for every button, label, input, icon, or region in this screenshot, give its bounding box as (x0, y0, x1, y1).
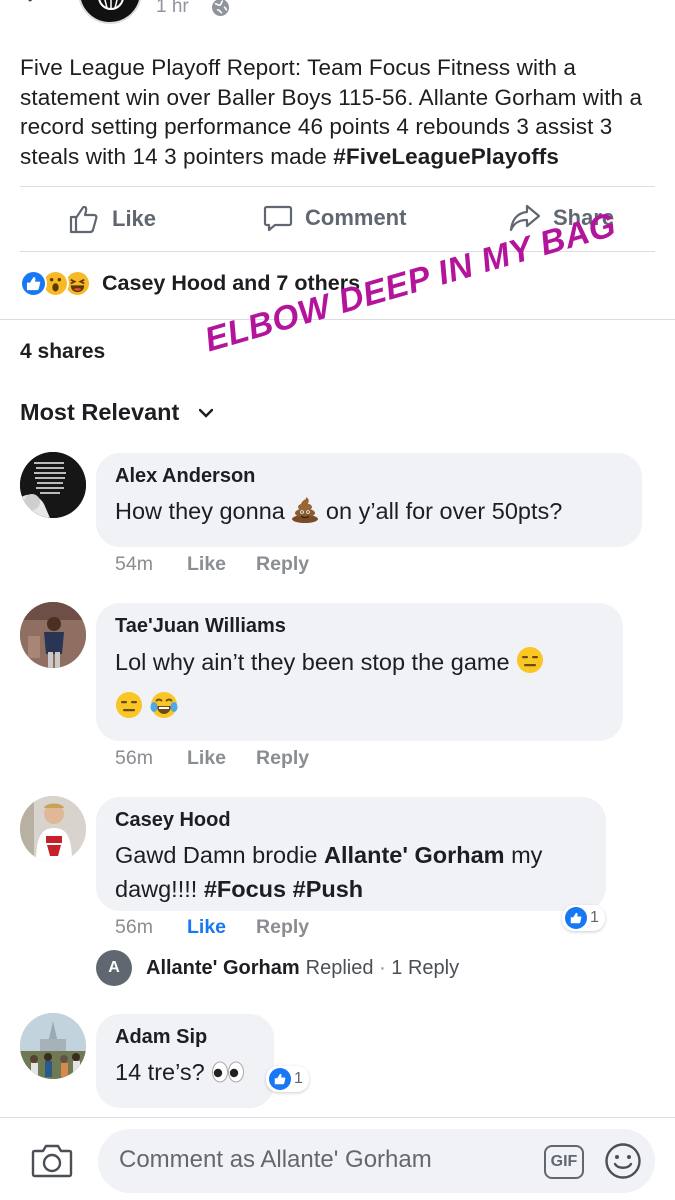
comment-time: 54m (115, 553, 153, 575)
comment-text-part: How they gonna (115, 498, 292, 524)
reply-status: Replied · 1 Reply (306, 957, 459, 980)
comment-input-placeholder: Comment as Allante' Gorham (119, 1146, 432, 1173)
sort-label: Most Relevant (20, 399, 180, 425)
comment-reply-button[interactable]: Reply (256, 553, 309, 576)
comment-reply-button[interactable]: Reply (256, 747, 309, 770)
like-icon (565, 907, 587, 929)
comment-composer: Comment as Allante' Gorham GIF (0, 1117, 675, 1200)
comment-text-part: on y’all for over 50pts? (319, 498, 563, 524)
hashtag-link[interactable]: #Focus #Push (204, 876, 363, 902)
like-icon (269, 1068, 291, 1090)
reply-action: Replied (305, 956, 374, 979)
comment-sort-dropdown[interactable]: Most Relevant (20, 399, 214, 426)
comment-like-button[interactable]: Like (187, 747, 226, 770)
comment-bubble[interactable]: Adam Sip 14 tre’s? (96, 1014, 274, 1108)
reply-avatar: A (96, 950, 132, 986)
like-icon (20, 270, 47, 297)
comment-reaction-count[interactable]: 1 (266, 1066, 309, 1092)
expressionless-emoji-icon (116, 692, 142, 718)
comment-button[interactable]: Comment (263, 203, 406, 233)
avatar[interactable] (20, 602, 86, 668)
comment-bubble[interactable]: Alex Anderson How they gonna on y’all fo… (96, 453, 642, 547)
camera-icon[interactable] (31, 1142, 73, 1178)
page-avatar[interactable] (78, 0, 142, 24)
comment-time: 56m (115, 916, 153, 938)
commenter-name[interactable]: Alex Anderson (115, 465, 622, 488)
globe-icon (212, 0, 229, 16)
avatar[interactable] (20, 1013, 86, 1079)
reaction-count-text: 1 (294, 1070, 303, 1087)
comment-reaction-count[interactable]: 1 (562, 905, 605, 931)
comment-text-part: Gawd Damn brodie (115, 842, 324, 868)
basketball-logo-icon (98, 0, 124, 10)
comment-label: Comment (305, 205, 407, 230)
thumbs-up-icon (69, 205, 98, 234)
post-text: Five League Playoff Report: Team Focus F… (20, 53, 660, 171)
like-label: Like (112, 206, 157, 231)
comment-like-button[interactable]: Like (187, 553, 226, 576)
eyes-emoji-icon (212, 1061, 245, 1083)
comment-meta: 56m Like Reply (115, 916, 309, 939)
like-button[interactable]: Like (68, 203, 156, 235)
reaction-count-text: 1 (590, 909, 599, 926)
comment-bubble-icon (263, 205, 293, 232)
avatar[interactable] (20, 452, 86, 518)
comment-meta: 54m Like Reply (115, 553, 309, 576)
mention-link[interactable]: Allante' Gorham (324, 842, 505, 868)
reply-author: Allante' Gorham (146, 956, 300, 979)
commenter-name[interactable]: Casey Hood (115, 809, 586, 832)
emoji-smile-icon[interactable] (604, 1142, 642, 1180)
comment-text: 14 tre’s? (115, 1055, 254, 1089)
comment-text-part: 14 tre’s? (115, 1059, 212, 1085)
tears-of-joy-emoji-icon (150, 692, 178, 718)
post-timestamp: 1 hr (156, 0, 189, 17)
commenter-name[interactable]: Adam Sip (115, 1026, 254, 1049)
share-count[interactable]: 4 shares (20, 340, 105, 364)
chevron-down-icon (199, 408, 214, 418)
separator: · (379, 956, 386, 979)
comment-text: Gawd Damn brodie Allante' Gorham my dawg… (115, 838, 586, 906)
comment-reply-button[interactable]: Reply (256, 916, 309, 939)
hashtag-link[interactable]: #FiveLeaguePlayoffs (333, 144, 559, 169)
back-arrow-icon[interactable] (26, 0, 48, 12)
comment-text: How they gonna on y’all for over 50pts? (115, 494, 622, 528)
comment-bubble[interactable]: Tae'Juan Williams Lol why ain’t they bee… (96, 603, 623, 741)
comment-like-button[interactable]: Like (187, 916, 226, 939)
reply-count: 1 Reply (391, 956, 460, 979)
comment-text: Lol why ain’t they been stop the game (115, 640, 603, 730)
reply-summary[interactable]: A Allante' Gorham Replied · 1 Reply (96, 950, 459, 986)
comment-time: 56m (115, 747, 153, 769)
commenter-name[interactable]: Tae'Juan Williams (115, 615, 603, 638)
poop-emoji-icon (292, 497, 319, 523)
expressionless-emoji-icon (517, 647, 544, 673)
post-header: 1 hr (0, 0, 675, 30)
comment-text-part: Lol why ain’t they been stop the game (115, 649, 517, 675)
comment-meta: 56m Like Reply (115, 747, 309, 770)
avatar[interactable] (20, 796, 86, 862)
gif-icon[interactable]: GIF (544, 1145, 584, 1179)
comment-bubble[interactable]: Casey Hood Gawd Damn brodie Allante' Gor… (96, 797, 606, 911)
